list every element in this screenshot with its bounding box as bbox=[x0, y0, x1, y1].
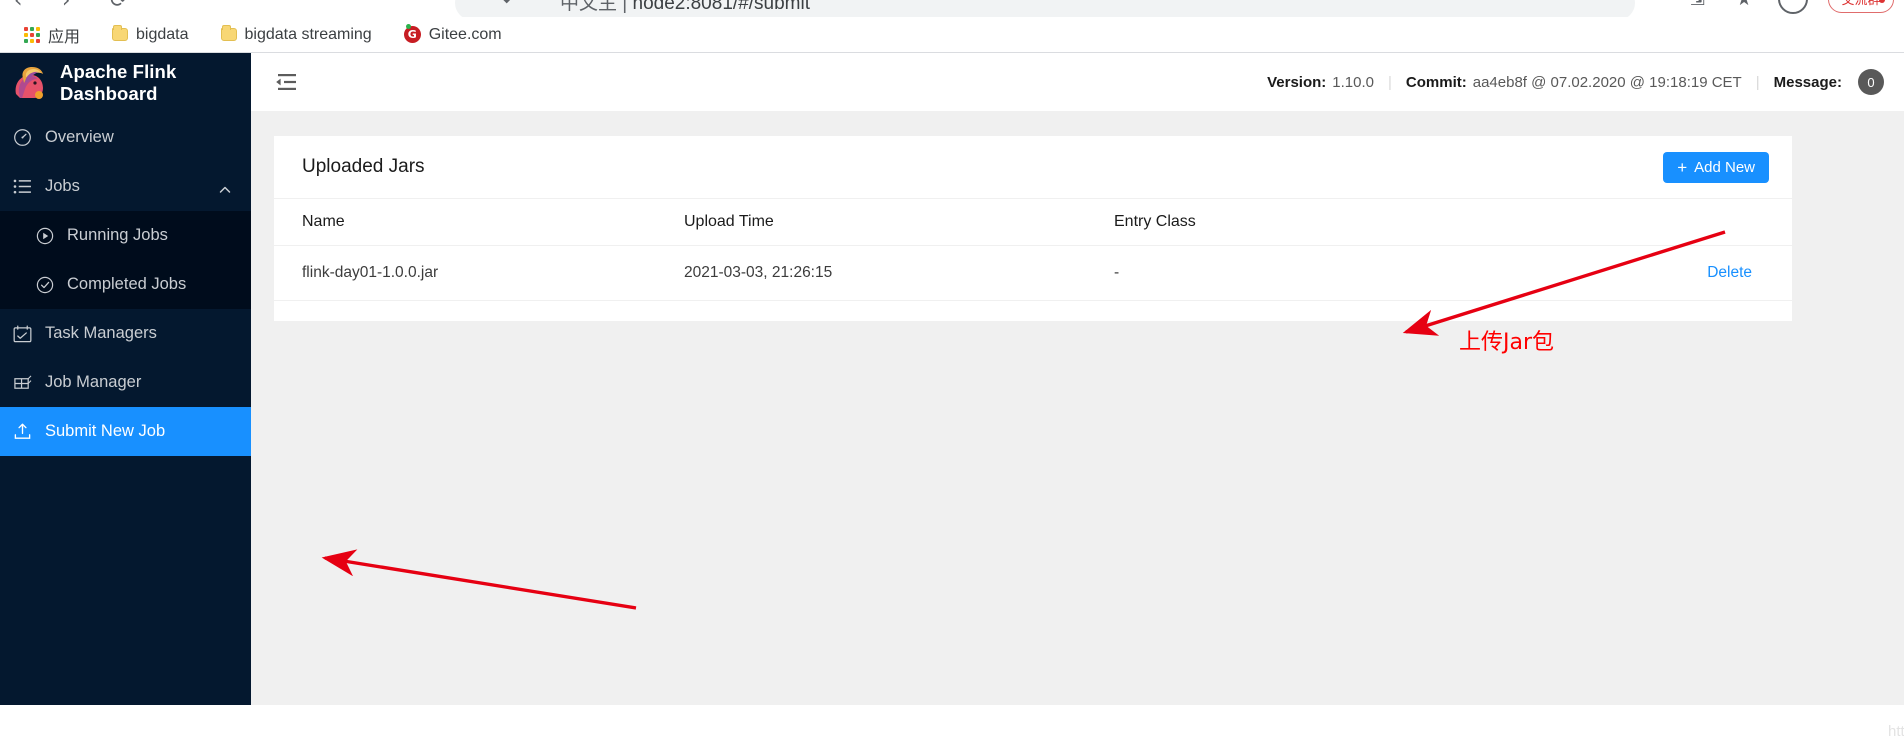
annotation-arrows bbox=[321, 230, 1726, 610]
red-arrow-icon bbox=[1402, 230, 1726, 336]
red-arrow-icon bbox=[321, 549, 637, 610]
watermark: https://blog.csdn.net/m0_49834705 bbox=[1888, 723, 1904, 740]
